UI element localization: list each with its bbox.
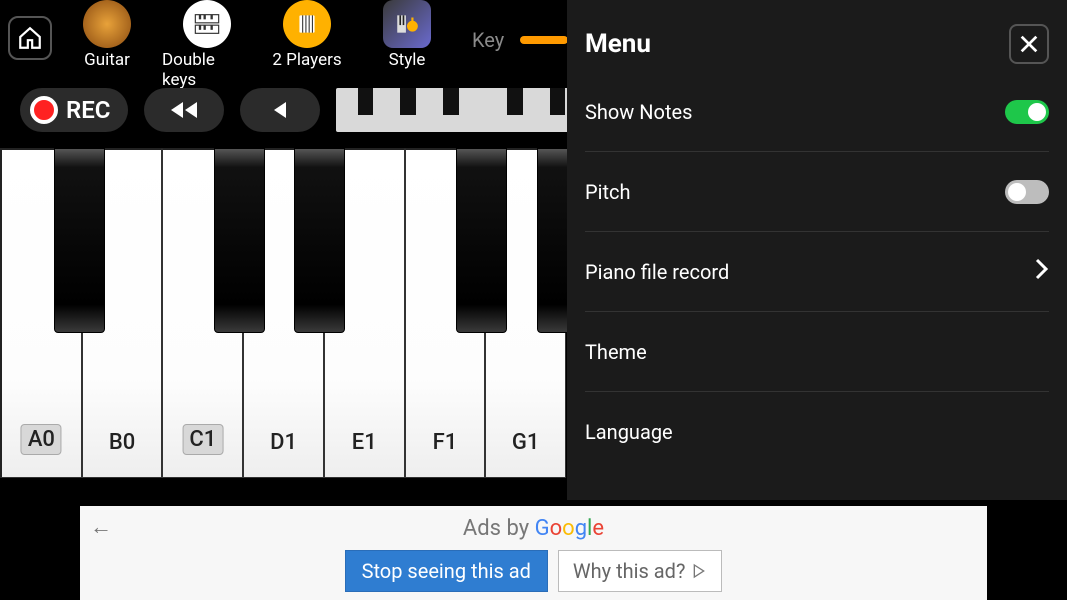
slider-indicator[interactable]: [520, 36, 568, 44]
toolbar-label: Double keys: [162, 50, 252, 90]
why-ad-button[interactable]: Why this ad?: [558, 550, 723, 592]
note-label: E1: [352, 430, 377, 455]
two-players-icon: [283, 0, 331, 48]
style-icon: [383, 0, 431, 48]
black-key-2[interactable]: [294, 148, 345, 333]
double-keys-icon: [183, 0, 231, 48]
toolbar-item-double-keys[interactable]: Double keys: [162, 0, 252, 90]
guitar-icon: [83, 0, 131, 48]
toggle-show-notes[interactable]: [1005, 100, 1049, 124]
menu-panel: Menu Show Notes Pitch Piano file record The…: [567, 0, 1067, 500]
ad-back-icon[interactable]: ←: [90, 514, 112, 540]
note-label: F1: [433, 430, 458, 455]
piano-keyboard: A0 B0 C1 D1 E1 F1 G1: [0, 148, 566, 478]
rewind-button[interactable]: [144, 88, 224, 132]
note-label: B0: [109, 430, 135, 455]
black-key-0[interactable]: [54, 148, 105, 333]
menu-row-theme[interactable]: Theme: [585, 312, 1049, 392]
ad-choices-icon: [691, 563, 707, 579]
menu-row-show-notes[interactable]: Show Notes: [585, 72, 1049, 152]
menu-row-label: Language: [585, 420, 673, 444]
menu-row-label: Pitch: [585, 180, 631, 204]
menu-row-label: Piano file record: [585, 260, 729, 284]
why-ad-label: Why this ad?: [573, 559, 686, 583]
toolbar-item-2players[interactable]: 2 Players: [262, 0, 352, 70]
black-key-1[interactable]: [214, 148, 265, 333]
ad-banner: ← Ads by GoogleAds by Google Stop seeing…: [80, 506, 987, 600]
stop-ad-button[interactable]: Stop seeing this ad: [345, 550, 548, 592]
menu-row-pitch[interactable]: Pitch: [585, 152, 1049, 232]
menu-row-language[interactable]: Language: [585, 392, 1049, 472]
record-icon: [30, 96, 58, 124]
chevron-right-icon: [1035, 258, 1049, 286]
toolbar-item-style[interactable]: Style: [362, 0, 452, 70]
home-button[interactable]: [8, 16, 52, 60]
menu-row-label: Theme: [585, 340, 647, 364]
note-label: C1: [182, 424, 223, 455]
toolbar-label: Guitar: [84, 50, 130, 70]
note-label: D1: [270, 430, 297, 455]
menu-title: Menu: [585, 29, 651, 59]
menu-row-piano-file-record[interactable]: Piano file record: [585, 232, 1049, 312]
play-back-button[interactable]: [240, 88, 320, 132]
close-button[interactable]: [1009, 24, 1049, 64]
key-label: Key: [472, 28, 504, 52]
menu-row-label: Show Notes: [585, 100, 692, 124]
note-label: A0: [21, 424, 62, 455]
record-button[interactable]: REC: [20, 88, 128, 132]
ad-text: Ads by GoogleAds by Google: [463, 515, 604, 541]
record-label: REC: [66, 96, 110, 124]
toolbar-label: 2 Players: [272, 50, 341, 70]
note-label: G1: [512, 430, 540, 455]
black-key-3[interactable]: [456, 148, 507, 333]
toggle-pitch[interactable]: [1005, 180, 1049, 204]
toolbar-item-guitar[interactable]: Guitar: [62, 0, 152, 70]
toolbar-label: Style: [389, 50, 426, 70]
